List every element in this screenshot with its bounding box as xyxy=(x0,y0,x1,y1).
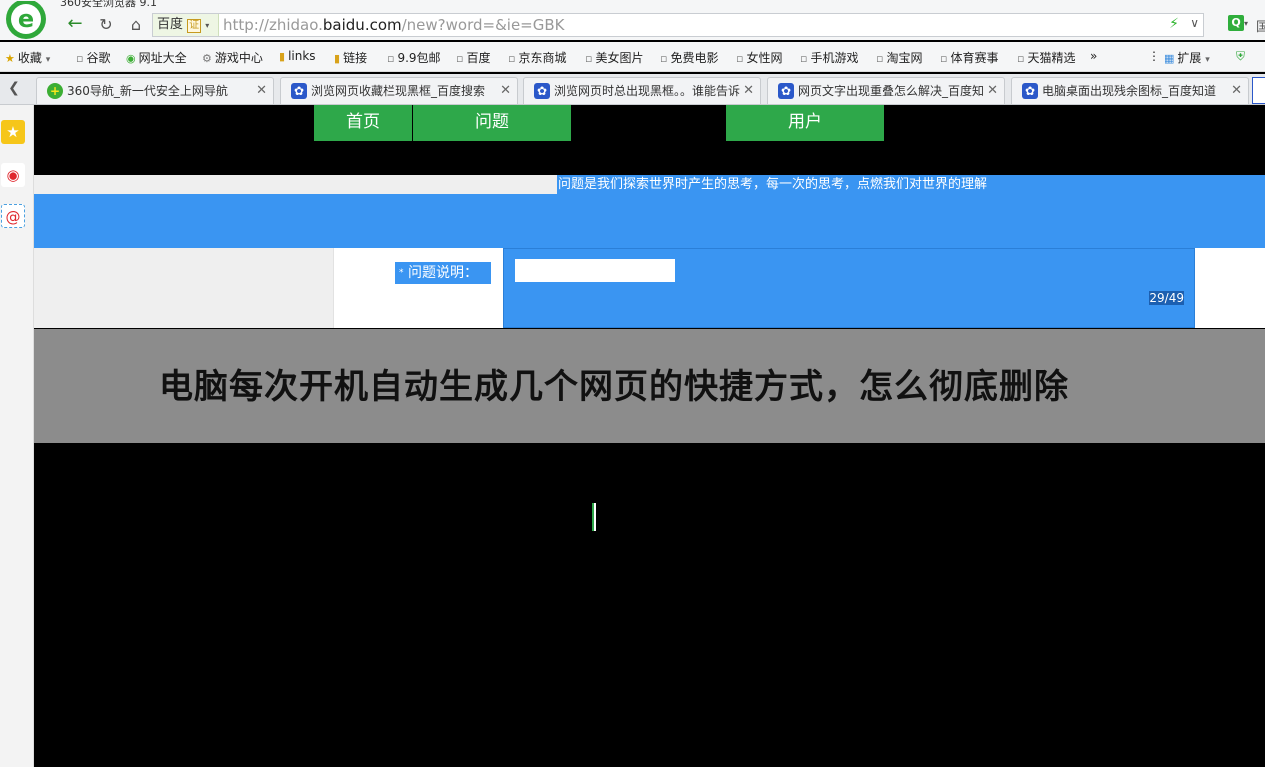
home-button[interactable]: ⌂ xyxy=(126,14,146,36)
close-icon[interactable]: ✕ xyxy=(256,78,267,104)
question-form: * 问题说明： 29/49 xyxy=(34,248,1265,328)
bookmark-item[interactable]: ▫ 体育赛事 xyxy=(940,49,998,66)
page-icon: ▫ xyxy=(387,52,395,65)
window-title: 360安全浏览器 9.1 xyxy=(60,0,157,9)
url-text[interactable]: http://zhidao.baidu.com/new?word=&ie=GBK xyxy=(223,14,565,36)
nav-user[interactable]: 用户 xyxy=(726,105,884,141)
close-icon[interactable]: ✕ xyxy=(987,78,998,104)
bookmark-item[interactable]: ▫ 京东商城 xyxy=(508,49,566,66)
baidu-paw-icon: ✿ xyxy=(1022,83,1038,99)
nav-home[interactable]: 首页 xyxy=(314,105,412,141)
description-textarea[interactable]: 29/49 xyxy=(503,248,1195,328)
header-strip xyxy=(34,175,557,194)
page-icon: ▫ xyxy=(876,52,884,65)
favorites-star-icon[interactable]: ★ xyxy=(1,120,25,144)
speed-mode-icon[interactable]: ⚡ xyxy=(1169,16,1179,32)
bookmark-item[interactable]: ▫ 手机游戏 xyxy=(800,49,858,66)
bookmark-item[interactable]: ▫ 百度 xyxy=(456,49,490,66)
required-mark: * xyxy=(399,268,404,278)
star-icon: ★ xyxy=(5,52,15,65)
text-cursor xyxy=(592,503,596,531)
page-icon: ▫ xyxy=(1017,52,1025,65)
address-bar[interactable]: 百度 证 ▾ http://zhidao.baidu.com/new?word=… xyxy=(152,13,1204,37)
chevron-down-icon: ▾ xyxy=(205,21,210,30)
extensions-button[interactable]: ▦ 扩展 ▾ xyxy=(1164,49,1210,66)
search-engine-button[interactable]: Q ▾ xyxy=(1228,15,1254,35)
bookmark-item[interactable]: ▫ 谷歌 xyxy=(76,49,110,66)
folder-icon: ▮ xyxy=(334,52,341,65)
page-icon: ▫ xyxy=(800,52,808,65)
page-icon: ▫ xyxy=(456,52,464,65)
weibo-icon[interactable]: ◉ xyxy=(1,163,25,187)
baidu-paw-icon: ✿ xyxy=(534,83,550,99)
page-icon: ▫ xyxy=(585,52,593,65)
folder-icon: ▮ xyxy=(279,50,286,63)
bookmark-item[interactable]: ▮ links xyxy=(279,49,316,63)
tab[interactable]: + 360导航_新一代安全上网导航 ✕ xyxy=(36,77,274,104)
extensions-icon: ▦ xyxy=(1164,52,1175,65)
more-bookmarks-button[interactable]: » xyxy=(1090,49,1097,63)
form-left-panel xyxy=(34,248,334,328)
separator: ⋮ xyxy=(1148,49,1160,63)
page-content: 首页 问题 用户 问题是我们探索世界时产生的思考，每一次的思考，点燃我们对世界的… xyxy=(34,105,1265,767)
close-icon[interactable]: ✕ xyxy=(1231,78,1242,104)
bookmark-item[interactable]: ▮ 链接 xyxy=(334,49,367,66)
bookmark-item[interactable]: ▫ 免费电影 xyxy=(660,49,718,66)
bookmark-bar: ★ 收藏 ▾ ▫ 谷歌 ◉ 网址大全 ⚙ 游戏中心 ▮ links ▮ 链接 ▫ 9.9包邮 … xyxy=(0,42,1265,72)
bookmark-item[interactable]: ▫ 天猫精选 xyxy=(1017,49,1075,66)
description-input[interactable] xyxy=(515,259,675,282)
site-name: 百度 xyxy=(157,17,184,32)
char-counter: 29/49 xyxy=(1149,291,1184,305)
page-icon: ▫ xyxy=(736,52,744,65)
back-button[interactable]: ← xyxy=(64,14,86,36)
360-browser-logo-icon[interactable]: e xyxy=(2,1,50,41)
close-icon[interactable]: ✕ xyxy=(743,78,754,104)
chevron-down-icon[interactable]: ∨ xyxy=(1190,16,1199,30)
tab[interactable]: ✿ 网页文字出现重叠怎么解决_百度知 ✕ xyxy=(767,77,1005,104)
bookmark-item[interactable]: ★ 收藏 ▾ xyxy=(5,49,50,66)
slogan-text: 问题是我们探索世界时产生的思考，每一次的思考，点燃我们对世界的理解 xyxy=(557,175,1265,195)
question-title: 电脑每次开机自动生成几个网页的快捷方式，怎么彻底删除 xyxy=(159,367,1069,407)
verified-icon: 证 xyxy=(187,19,202,33)
nav-question[interactable]: 问题 xyxy=(413,105,571,141)
360-icon: + xyxy=(47,83,63,99)
bookmark-item[interactable]: ◉ 网址大全 xyxy=(126,49,187,66)
tab[interactable]: ✿ 浏览网页收藏栏现黑框_百度搜索 ✕ xyxy=(280,77,518,104)
page-icon: ▫ xyxy=(76,52,84,65)
gamepad-icon: ⚙ xyxy=(202,52,212,65)
svg-text:e: e xyxy=(18,5,34,33)
baidu-paw-icon: ✿ xyxy=(778,83,794,99)
shield-icon[interactable]: ⛨ xyxy=(1236,49,1245,64)
refresh-button[interactable]: ↻ xyxy=(96,14,116,36)
close-icon[interactable]: ✕ xyxy=(500,78,511,104)
bookmark-item[interactable]: ▫ 淘宝网 xyxy=(876,49,922,66)
page-icon: ▫ xyxy=(660,52,668,65)
search-icon: Q xyxy=(1228,15,1244,31)
baidu-paw-icon: ✿ xyxy=(291,83,307,99)
360-icon: ◉ xyxy=(126,52,136,65)
site-identity-badge[interactable]: 百度 证 ▾ xyxy=(153,14,219,36)
page-icon: ▫ xyxy=(508,52,516,65)
tab[interactable]: ✿ 电脑桌面出现残余图标_百度知道 ✕ xyxy=(1011,77,1249,104)
tab[interactable]: ✿ 浏览网页时总出现黑框。。谁能告诉 ✕ xyxy=(523,77,761,104)
question-title-bar: 电脑每次开机自动生成几个网页的快捷方式，怎么彻底删除 xyxy=(34,329,1265,443)
mail-icon[interactable]: @ xyxy=(1,204,25,228)
bookmark-item[interactable]: ⚙ 游戏中心 xyxy=(202,49,263,66)
bookmark-item[interactable]: ▫ 9.9包邮 xyxy=(387,49,441,66)
browser-sidebar: ★ ◉ @ xyxy=(0,105,34,767)
bookmark-item[interactable]: ▫ 美女图片 xyxy=(585,49,643,66)
page-icon: ▫ xyxy=(940,52,948,65)
tab-scroll-left-button[interactable]: ❮ xyxy=(4,80,24,96)
window-extra-label: 国 xyxy=(1256,20,1265,35)
bookmark-item[interactable]: ▫ 女性网 xyxy=(736,49,782,66)
browser-toolbar: 360安全浏览器 9.1 e ← ↻ ⌂ 百度 证 ▾ http://zhida… xyxy=(0,0,1265,40)
selection-band xyxy=(34,194,1265,248)
tab-bar: ❮ + 360导航_新一代安全上网导航 ✕ ✿ 浏览网页收藏栏现黑框_百度搜索 … xyxy=(0,74,1265,105)
description-label: * 问题说明： xyxy=(395,262,491,284)
tab-partial[interactable] xyxy=(1252,77,1265,104)
